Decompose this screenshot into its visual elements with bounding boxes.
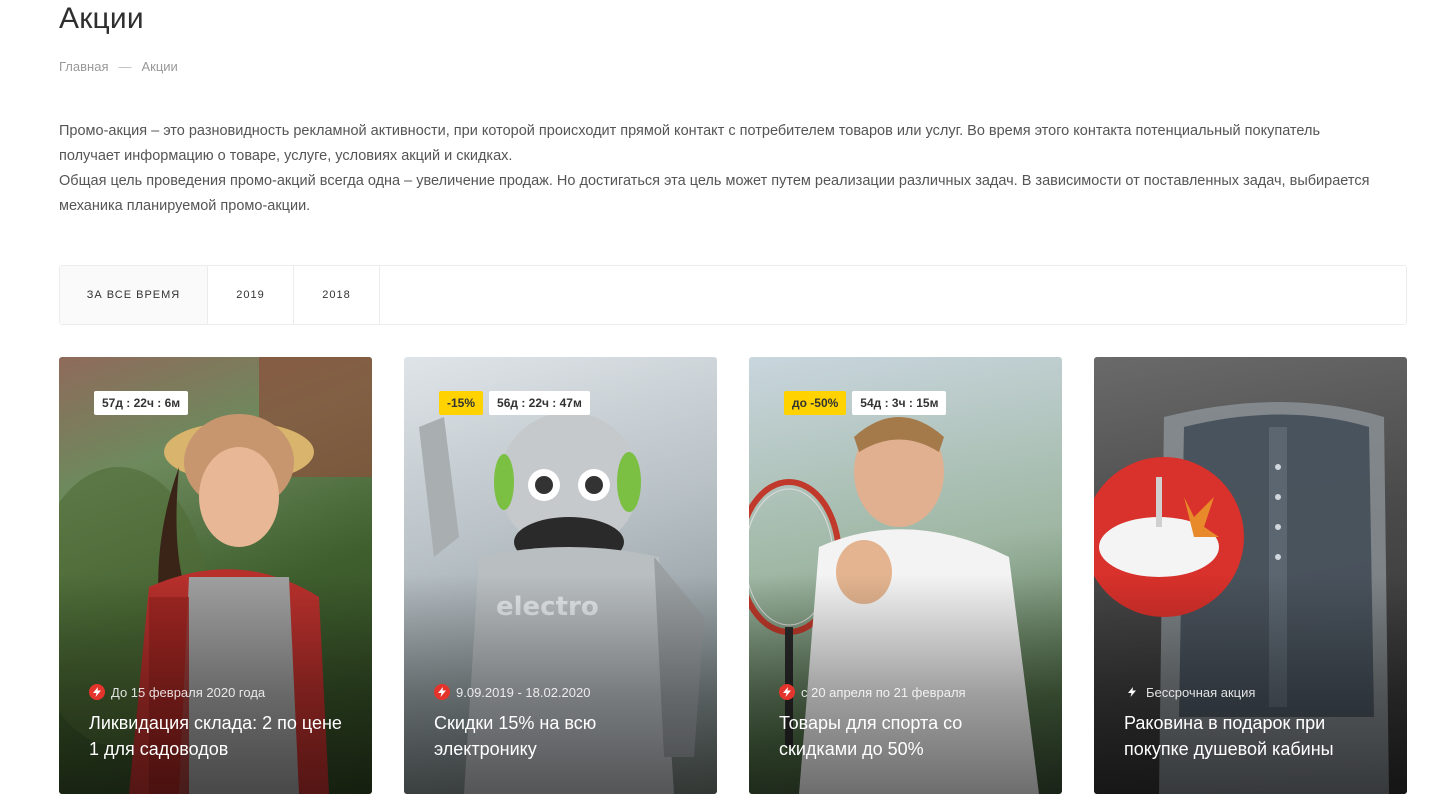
promo-date: с 20 апреля по 21 февраля: [779, 684, 966, 700]
card-badges: -15% 56д : 22ч : 47м: [439, 391, 590, 415]
promo-cards: 57д : 22ч : 6м До 15 февраля 2020 года Л…: [59, 357, 1407, 794]
promo-date-text: Бессрочная акция: [1146, 684, 1256, 700]
promo-date-text: До 15 февраля 2020 года: [111, 684, 266, 700]
promo-title[interactable]: Скидки 15% на всю электронику: [434, 710, 694, 762]
promo-date: До 15 февраля 2020 года: [89, 684, 265, 700]
promo-title[interactable]: Ликвидация склада: 2 по цене 1 для садов…: [89, 710, 349, 762]
discount-badge: -15%: [439, 391, 484, 415]
card-badges: до -50% 54д : 3ч : 15м: [784, 391, 947, 415]
lightning-icon: [89, 684, 105, 700]
lightning-icon: [779, 684, 795, 700]
breadcrumb: Главная — Акции: [59, 59, 178, 74]
countdown-badge: 57д : 22ч : 6м: [94, 391, 189, 415]
promo-date: Бессрочная акция: [1124, 684, 1255, 700]
promo-date-text: с 20 апреля по 21 февраля: [801, 684, 966, 700]
promo-date-text: 9.09.2019 - 18.02.2020: [456, 684, 591, 700]
countdown-badge: 54д : 3ч : 15м: [852, 391, 947, 415]
intro-paragraph: Общая цель проведения промо-акций всегда…: [59, 173, 1370, 214]
breadcrumb-separator: —: [118, 59, 132, 74]
intro-text: Промо-акция – это разновидность рекламно…: [59, 119, 1379, 219]
year-filter-tabs: За все время 2019 2018: [59, 265, 1407, 325]
promo-title[interactable]: Раковина в подарок при покупке душевой к…: [1124, 710, 1384, 762]
intro-paragraph: Промо-акция – это разновидность рекламно…: [59, 123, 1321, 164]
breadcrumb-current: Акции: [141, 59, 178, 74]
countdown-badge: 56д : 22ч : 47м: [489, 391, 590, 415]
lightning-icon: [434, 684, 450, 700]
card-badges: 57д : 22ч : 6м: [94, 391, 189, 415]
tab-2019[interactable]: 2019: [208, 266, 294, 324]
promo-card-sport[interactable]: до -50% 54д : 3ч : 15м с 20 апреля по 21…: [749, 357, 1062, 794]
promo-card-electronics[interactable]: electro -15% 56д : 22ч : 47м 9.09.2019 -…: [404, 357, 717, 794]
tab-all-time[interactable]: За все время: [60, 266, 208, 324]
lightning-icon: [1124, 684, 1140, 700]
promo-card-garden[interactable]: 57д : 22ч : 6м До 15 февраля 2020 года Л…: [59, 357, 372, 794]
promo-date: 9.09.2019 - 18.02.2020: [434, 684, 590, 700]
breadcrumb-home[interactable]: Главная: [59, 59, 108, 74]
discount-badge: до -50%: [784, 391, 847, 415]
promo-title[interactable]: Товары для спорта со скидками до 50%: [779, 710, 1039, 762]
page-title: Акции: [59, 2, 144, 35]
tab-2018[interactable]: 2018: [294, 266, 380, 324]
promo-card-shower[interactable]: Бессрочная акция Раковина в подарок при …: [1094, 357, 1407, 794]
